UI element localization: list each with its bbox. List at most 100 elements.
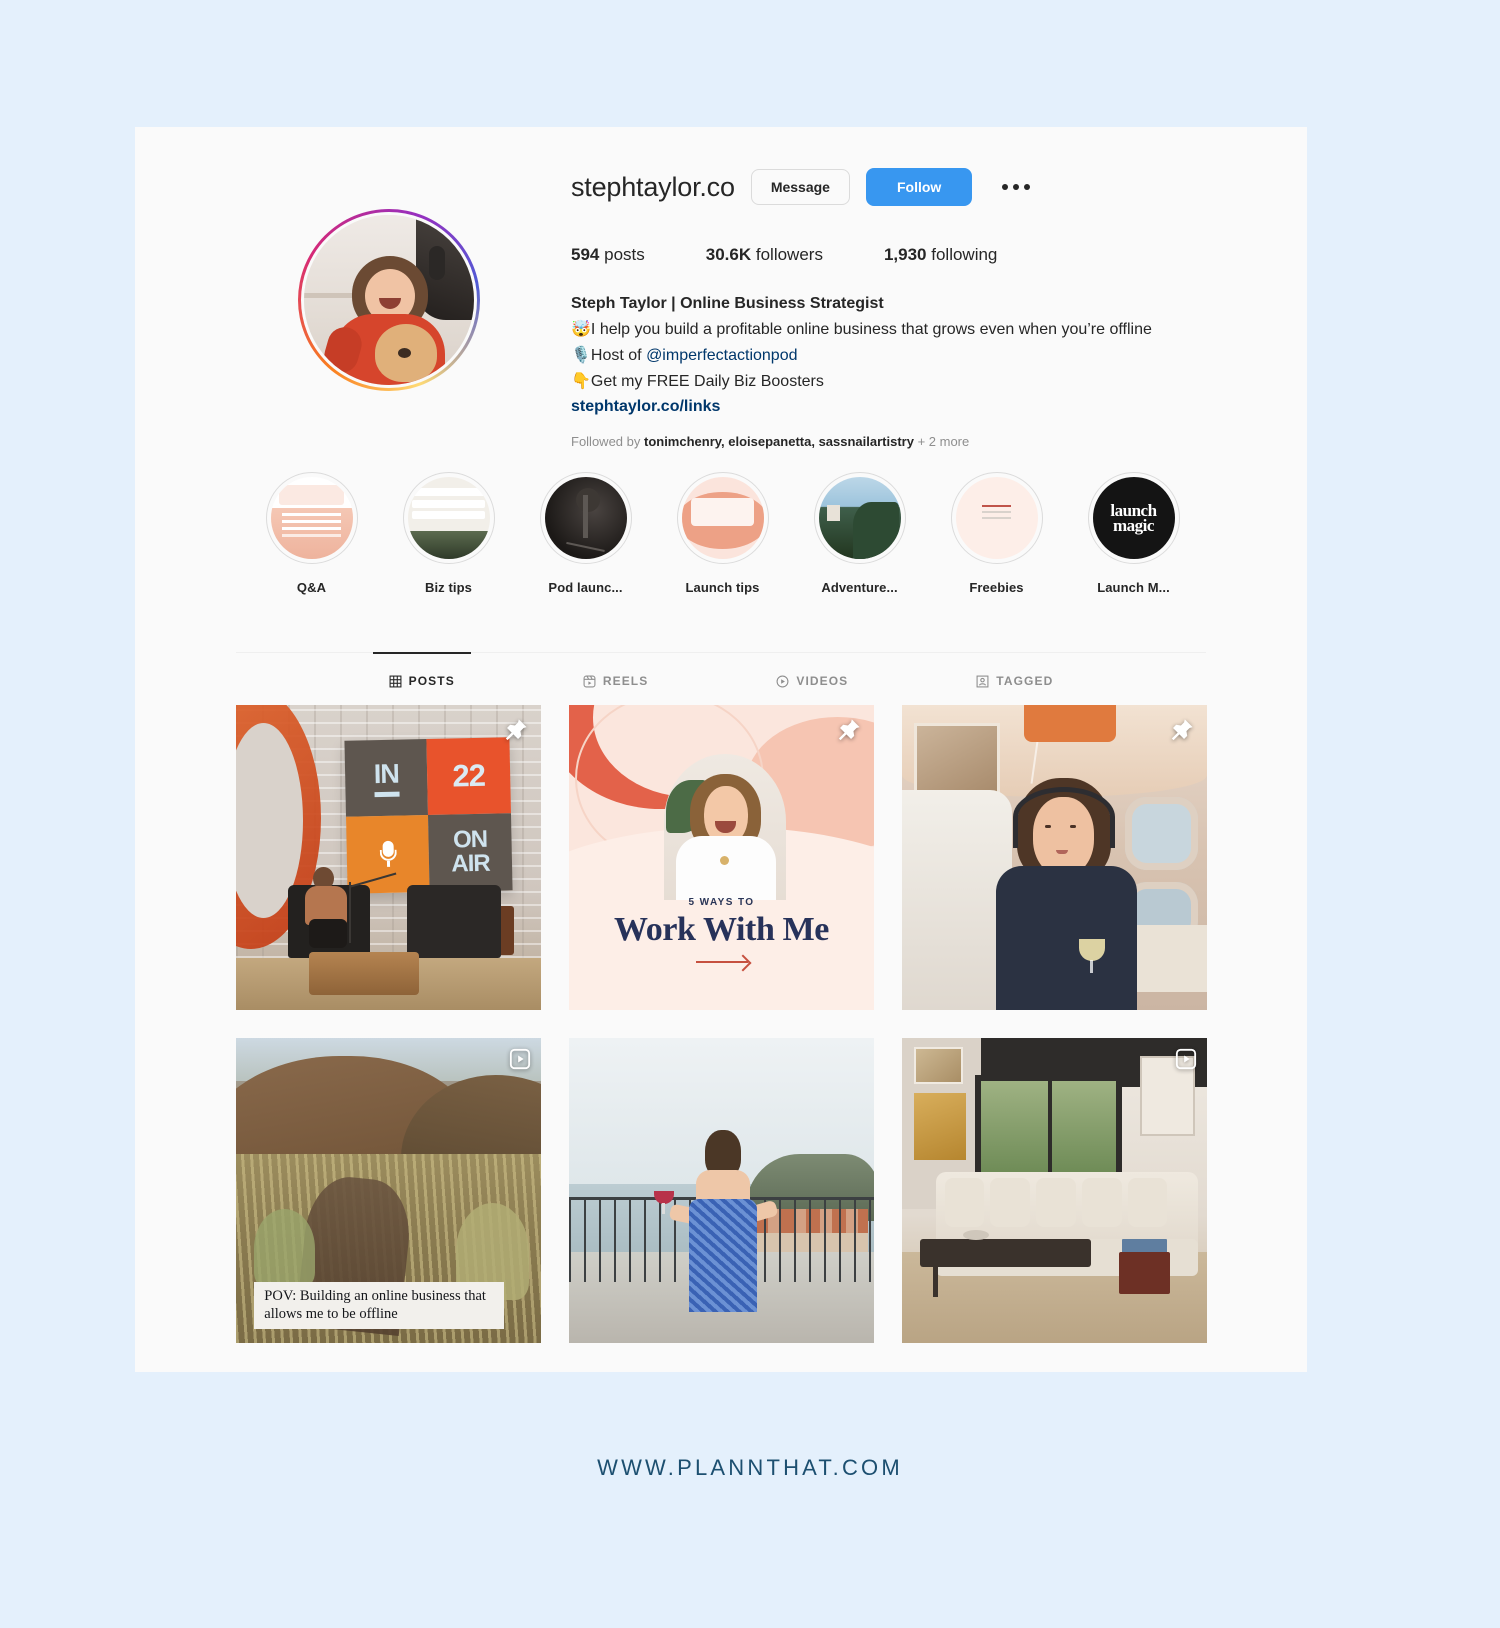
profile-avatar-ring[interactable] xyxy=(298,209,480,391)
thumb-shape: launch magic xyxy=(1110,501,1157,535)
bio-line-2-text: Host of xyxy=(590,347,647,364)
post-detail xyxy=(914,723,1000,797)
avatar-microphone xyxy=(429,245,446,280)
pointing-down-icon: 👇 xyxy=(571,371,591,390)
post-detail xyxy=(990,1178,1031,1228)
microphone-icon: 🎙️ xyxy=(571,345,591,364)
post-grid: IN 22 ON AIR 5 WAYS TO Work With Me POV:… xyxy=(236,705,1208,1343)
highlight-ring xyxy=(265,472,358,564)
post-seaside[interactable] xyxy=(569,1038,874,1343)
highlight-thumbnail xyxy=(681,477,764,559)
post-detail xyxy=(914,1092,967,1160)
post-detail xyxy=(1118,1251,1171,1295)
footer-website: WWW.PLANNTHAT.COM xyxy=(597,1455,903,1480)
highlight-label: Launch M... xyxy=(1097,580,1170,595)
highlight-qa[interactable]: Q&A xyxy=(243,472,380,595)
post-airplane[interactable] xyxy=(902,705,1207,1010)
arrow-right-icon xyxy=(695,961,748,964)
profile-tabs: POSTS REELS VIDEOS TAGGED xyxy=(236,652,1206,688)
highlight-adventure[interactable]: Adventure... xyxy=(791,472,928,595)
highlight-label: Launch tips xyxy=(685,580,760,595)
post-detail xyxy=(309,918,347,948)
highlight-thumbnail: launch magic xyxy=(1092,477,1175,559)
followed-by-prefix: Followed by xyxy=(571,434,644,449)
thumb-shape xyxy=(852,501,899,559)
post-hills-reel[interactable]: POV: Building an online business that al… xyxy=(236,1038,541,1343)
bio-line-3-text: Get my FREE Daily Biz Boosters xyxy=(590,373,824,390)
profile-stats: 594 posts 30.6K followers 1,930 followin… xyxy=(571,245,1152,265)
stat-following[interactable]: 1,930 following xyxy=(884,245,997,265)
profile-header: stephtaylor.co Message Follow 594 posts … xyxy=(571,167,1152,451)
thumb-shape xyxy=(981,504,1012,507)
post-caption-overlay: POV: Building an online business that al… xyxy=(254,1282,505,1330)
stat-followers[interactable]: 30.6K followers xyxy=(706,245,823,265)
highlight-label: Biz tips xyxy=(424,580,473,595)
post-detail xyxy=(1127,1178,1168,1228)
thumb-shape xyxy=(566,541,605,552)
bio-line-2: 🎙️Host of @imperfectactionpod xyxy=(571,342,1152,368)
story-highlights: Q&A Biz tips Pod launc... Launch tips Ad… xyxy=(243,472,1202,595)
thumb-shape xyxy=(583,495,589,538)
highlight-ring xyxy=(950,472,1043,564)
post-detail xyxy=(406,884,502,959)
highlight-biz-tips[interactable]: Biz tips xyxy=(380,472,517,595)
bio-line-1-text: I help you build a profitable online bus… xyxy=(590,321,1152,338)
post-detail xyxy=(944,1178,985,1228)
banner-on-text: ON xyxy=(452,825,488,854)
stat-posts-label: posts xyxy=(604,245,645,264)
reels-icon xyxy=(509,1048,531,1070)
bio-line-1: 🤯I help you build a profitable online bu… xyxy=(571,316,1152,342)
tab-videos[interactable]: VIDEOS xyxy=(776,652,848,688)
post-detail xyxy=(1024,705,1116,742)
headphones-detail xyxy=(1012,787,1115,848)
post-detail xyxy=(254,1208,316,1289)
tab-reels[interactable]: REELS xyxy=(583,652,649,688)
follow-button[interactable]: Follow xyxy=(865,168,973,206)
followed-by-suffix[interactable]: + 2 more xyxy=(914,434,970,449)
highlight-label: Freebies xyxy=(969,580,1024,595)
pinned-post-icon xyxy=(505,719,527,741)
highlight-label: Pod launc... xyxy=(548,580,623,595)
message-button[interactable]: Message xyxy=(750,169,850,205)
post-portrait xyxy=(663,753,786,901)
thumb-shape xyxy=(412,499,485,508)
wine-glass-detail xyxy=(1078,939,1105,974)
tab-posts[interactable]: POSTS xyxy=(372,652,472,688)
post-kicker-text: 5 WAYS TO xyxy=(688,897,755,909)
thumb-shape xyxy=(407,531,490,559)
highlight-launch-tips[interactable]: Launch tips xyxy=(654,472,791,595)
post-living-room[interactable] xyxy=(902,1038,1207,1343)
mind-blown-icon: 🤯 xyxy=(571,319,591,338)
display-name: Steph Taylor | Online Business Strategis… xyxy=(571,295,884,312)
thumb-shape xyxy=(412,488,485,497)
stat-posts[interactable]: 594 posts xyxy=(571,245,645,265)
post-person xyxy=(994,778,1140,1010)
highlight-thumbnail xyxy=(955,477,1038,559)
tab-tagged[interactable]: TAGGED xyxy=(976,652,1053,688)
post-headline-text: Work With Me xyxy=(614,910,829,948)
post-on-air-stage[interactable]: IN 22 ON AIR xyxy=(236,705,541,1010)
dot xyxy=(1024,184,1031,190)
stat-followers-label: followers xyxy=(755,245,823,264)
website-link[interactable]: stephtaylor.co/links xyxy=(571,394,1152,419)
highlight-freebies[interactable]: Freebies xyxy=(928,472,1065,595)
podcast-mention-link[interactable]: @imperfectactionpod xyxy=(646,347,797,364)
post-work-with-me[interactable]: 5 WAYS TO Work With Me xyxy=(569,705,874,1010)
highlight-pod-launch[interactable]: Pod launc... xyxy=(517,472,654,595)
highlight-launch-magic[interactable]: launch magic Launch M... xyxy=(1065,472,1202,595)
more-options-icon[interactable] xyxy=(1002,184,1031,190)
post-person xyxy=(668,1129,780,1313)
highlight-thumbnail xyxy=(270,477,353,559)
banner-quadrant-onair: ON AIR xyxy=(428,813,513,892)
tab-tagged-label: TAGGED xyxy=(996,674,1054,688)
mic-icon xyxy=(379,840,397,867)
post-person xyxy=(303,866,349,948)
screenshot-root: stephtaylor.co Message Follow 594 posts … xyxy=(0,0,1500,1628)
reels-icon xyxy=(1175,1048,1197,1070)
highlight-ring xyxy=(676,472,769,564)
highlight-ring: launch magic xyxy=(1087,472,1180,564)
bio-line-3: 👇Get my FREE Daily Biz Boosters xyxy=(571,368,1152,394)
followed-by-names[interactable]: tonimchenry, eloisepanetta, sassnailarti… xyxy=(644,434,914,449)
dot xyxy=(1013,184,1020,190)
highlight-ring xyxy=(402,472,495,564)
